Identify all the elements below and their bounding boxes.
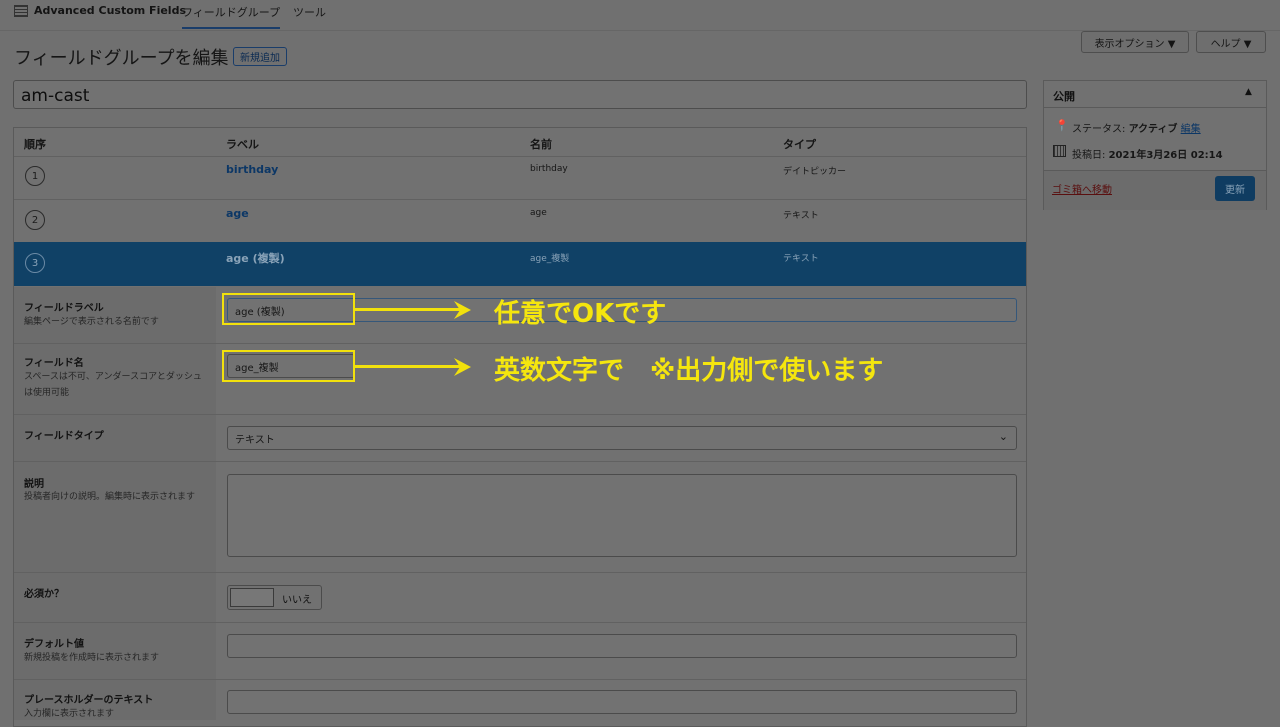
highlight-box [222,293,355,325]
required-title: 必須か？ [24,589,64,600]
field-name-desc: スペースは不可、アンダースコアとダッシュは使用可能 [24,372,202,398]
col-order: 順序 [24,138,46,151]
arrow-line [355,308,460,311]
toggle-knob [230,588,274,607]
divider [14,622,1026,623]
arrow-line [355,365,460,368]
toggle-label: いいえ [282,595,312,606]
page-title: フィールドグループを編集 [14,48,229,69]
divider [14,414,1026,415]
title-input[interactable]: am-cast [13,80,1027,109]
field-label-desc: 編集ページで表示される名前です [24,317,159,327]
default-value-title: デフォルト値 [24,639,84,650]
placeholder-title: プレースホルダーのテキスト [24,695,154,706]
chevron-down-icon: ⌄ [998,430,1008,443]
instructions-textarea[interactable] [227,474,1017,557]
field-type: デイトピッカー [783,167,847,177]
help-button[interactable]: ヘルプ ▼ [1196,31,1266,53]
pin-icon: 📍 [1055,119,1069,132]
divider [14,156,1026,157]
field-label-link[interactable]: birthday [226,163,278,176]
instructions-title: 説明 [24,479,44,490]
field-label-title: フィールドラベル [24,303,104,314]
nav-tools[interactable]: ツール [293,4,326,20]
field-name: birthday [530,164,568,174]
status-value: アクティブ [1128,124,1178,135]
brand-label: Advanced Custom Fields [34,4,186,17]
annotation-name-note: 英数文字で ※出力側で使います [494,356,884,386]
order-badge[interactable]: 2 [25,210,45,230]
field-type-value: テキスト [235,435,275,446]
divider [14,679,1026,680]
arrow-head-icon [454,358,471,376]
default-value-desc: 新規投稿を作成時に表示されます [24,653,160,663]
col-type: タイプ [783,138,816,151]
field-type-select[interactable]: テキスト ⌄ [227,426,1017,450]
order-badge[interactable]: 1 [25,166,45,186]
table-icon [14,4,28,17]
divider [14,343,1026,344]
col-label: ラベル [226,138,259,151]
annotation-label-note: 任意でOKです [494,299,667,329]
status-label: ステータス: [1072,124,1126,135]
status-edit-link[interactable]: 編集 [1181,124,1201,135]
col-name: 名前 [530,138,552,151]
acf-brand: Advanced Custom Fields [14,4,186,17]
field-type: テキスト [783,211,819,221]
trash-link[interactable]: ゴミ箱へ移動 [1052,181,1112,196]
required-toggle[interactable]: いいえ [227,585,322,610]
date-value: 2021年3月26日 02:14 [1108,150,1223,161]
divider [14,461,1026,462]
field-type: テキスト [783,254,819,264]
selected-field-row[interactable] [14,242,1026,286]
publish-header[interactable] [1044,81,1266,108]
date-line: 投稿日: 2021年3月26日 02:14 [1072,146,1223,161]
status-line: ステータス: アクティブ 編集 [1072,120,1201,135]
divider [14,199,1026,200]
divider [14,572,1026,573]
update-button[interactable]: 更新 [1215,176,1255,201]
date-label: 投稿日: [1072,150,1106,161]
arrow-head-icon [454,301,471,319]
nav-field-groups[interactable]: フィールドグループ [182,4,281,29]
placeholder-input[interactable] [227,690,1017,714]
screen-options-button[interactable]: 表示オプション ▼ [1081,31,1189,53]
highlight-box [222,350,355,382]
default-value-input[interactable] [227,634,1017,658]
add-new-button[interactable]: 新規追加 [233,47,287,66]
field-name: age [530,208,547,218]
publish-title: 公開 [1053,90,1075,103]
field-label-link[interactable]: age (複製) [226,250,285,266]
field-type-title: フィールドタイプ [24,431,104,442]
field-label-link[interactable]: age [226,207,249,220]
collapse-arrow-icon[interactable]: ▲ [1245,87,1252,97]
field-name-title: フィールド名 [24,358,84,369]
calendar-icon [1053,145,1066,157]
order-badge[interactable]: 3 [25,253,45,273]
instructions-desc: 投稿者向けの説明。編集時に表示されます [24,492,196,502]
field-name: age_複製 [530,254,570,264]
